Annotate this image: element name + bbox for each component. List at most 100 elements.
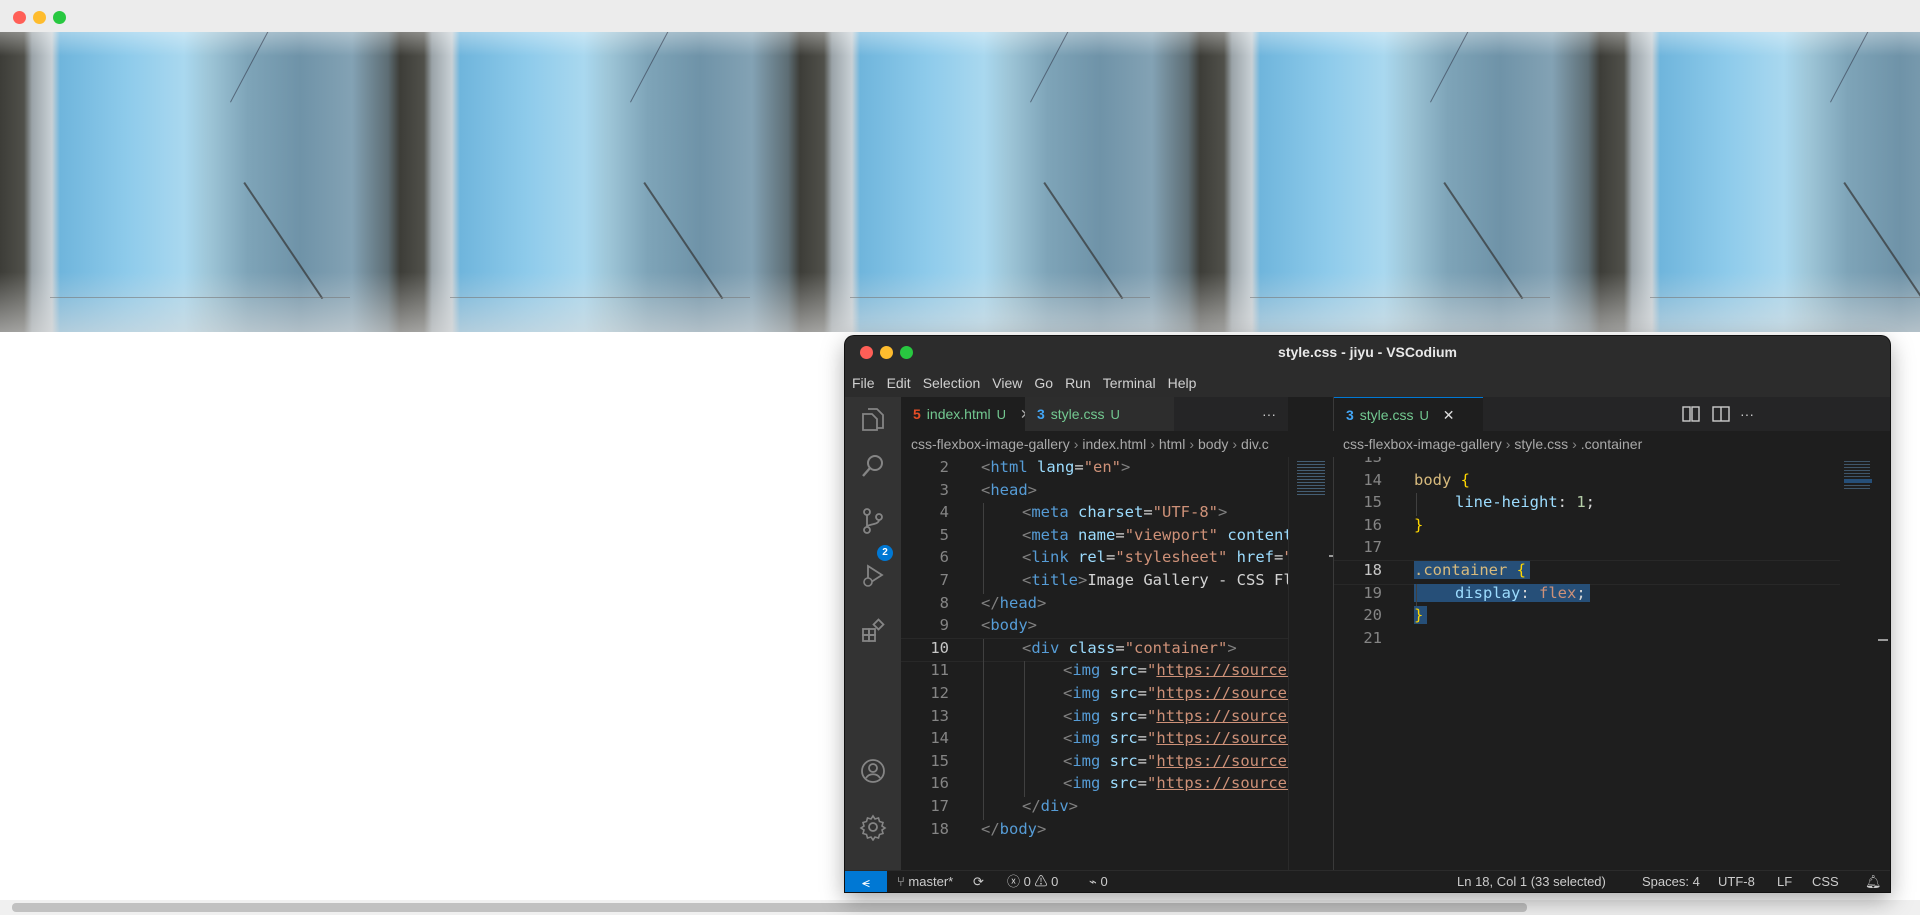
line-number: 16 bbox=[1363, 515, 1382, 534]
gallery-image bbox=[0, 32, 400, 332]
compare-changes-icon[interactable] bbox=[1682, 406, 1700, 422]
line-number: 16 bbox=[930, 774, 949, 793]
scrollbar-thumb[interactable] bbox=[12, 903, 1527, 912]
indent-guide bbox=[1416, 493, 1417, 516]
line-number: 2 bbox=[939, 458, 949, 476]
line-number: 13 bbox=[930, 706, 949, 725]
activity-bar: 2 bbox=[845, 397, 901, 870]
menu-item-run[interactable]: Run bbox=[1060, 375, 1096, 391]
code-line: <html lang="en"> bbox=[981, 458, 1131, 476]
breadcrumb-item[interactable]: div.c bbox=[1241, 436, 1269, 452]
minimize-window-button[interactable] bbox=[33, 11, 46, 24]
code-line: .container { bbox=[1414, 561, 1530, 579]
run-debug-icon[interactable] bbox=[859, 562, 887, 590]
account-icon[interactable] bbox=[859, 757, 887, 785]
more-actions-button[interactable]: ··· bbox=[1262, 397, 1276, 431]
eol-status[interactable]: LF bbox=[1777, 871, 1792, 892]
breadcrumb-item[interactable]: .container bbox=[1581, 436, 1642, 452]
line-number: 6 bbox=[939, 548, 949, 567]
line-number: 18 bbox=[930, 819, 949, 838]
horizontal-scrollbar[interactable] bbox=[0, 900, 1920, 915]
code-line: <link rel="stylesheet" href="style bbox=[1022, 548, 1288, 567]
line-number: 9 bbox=[939, 616, 949, 635]
menu-item-selection[interactable]: Selection bbox=[918, 375, 986, 391]
tab-style-css-active[interactable]: 3 style.css U ✕ bbox=[1334, 397, 1483, 432]
language-mode[interactable]: CSS bbox=[1812, 871, 1839, 892]
encoding-status[interactable]: UTF-8 bbox=[1718, 871, 1755, 892]
code-line: <img src="https://source.unspla bbox=[1063, 706, 1288, 725]
right-editor[interactable]: 13 14 body {15 line-height: 1; 16} 17 18 .conta… bbox=[1333, 457, 1890, 870]
cursor-position[interactable]: Ln 18, Col 1 (33 selected) bbox=[1457, 871, 1606, 892]
close-window-button[interactable] bbox=[13, 11, 26, 24]
css3-icon: 3 bbox=[1346, 407, 1354, 423]
menu-item-file[interactable]: File bbox=[847, 375, 880, 391]
right-breadcrumb: css-flexbox-image-gallery › style.css › .con… bbox=[1333, 431, 1890, 457]
right-minimap[interactable] bbox=[1840, 457, 1890, 870]
source-control-badge: 2 bbox=[877, 545, 893, 561]
line-number: 10 bbox=[930, 638, 949, 657]
problems-status[interactable]: ⓧ 0 ⚠ 0 bbox=[1007, 871, 1058, 892]
indent-guide bbox=[1024, 684, 1025, 707]
close-window-button[interactable] bbox=[860, 346, 873, 359]
settings-gear-icon[interactable] bbox=[859, 813, 887, 841]
indent-guide bbox=[983, 661, 984, 684]
breadcrumb-item[interactable]: css-flexbox-image-gallery bbox=[911, 436, 1070, 452]
minimize-window-button[interactable] bbox=[880, 346, 893, 359]
code-line: <img src="https://source.unspla bbox=[1063, 751, 1288, 770]
remote-indicator-icon[interactable]: ⪪ bbox=[845, 871, 887, 892]
breadcrumb-item[interactable]: index.html bbox=[1082, 436, 1146, 452]
maximize-window-button[interactable] bbox=[900, 346, 913, 359]
maximize-window-button[interactable] bbox=[53, 11, 66, 24]
indent-guide bbox=[983, 684, 984, 707]
notifications-bell-icon[interactable]: 🔔︎ bbox=[1865, 871, 1882, 892]
vscodium-window: style.css - jiyu - VSCodium File Edit Sele… bbox=[845, 336, 1890, 892]
breadcrumb-item[interactable]: style.css bbox=[1514, 436, 1568, 452]
code-line: <img src="https://source.unspla bbox=[1063, 774, 1288, 793]
indent-guide bbox=[1024, 751, 1025, 775]
code-line: <img src="https://source.unspla bbox=[1063, 729, 1288, 748]
indent-guide bbox=[983, 638, 984, 662]
sync-icon[interactable]: ⟳ bbox=[973, 871, 984, 892]
indentation-status[interactable]: Spaces: 4 bbox=[1642, 871, 1700, 892]
line-number: 13 bbox=[1363, 457, 1382, 466]
code-line: } bbox=[1414, 515, 1424, 534]
code-line: </head> bbox=[981, 593, 1047, 612]
line-number: 8 bbox=[939, 593, 949, 612]
menu-item-help[interactable]: Help bbox=[1163, 375, 1202, 391]
left-breadcrumb: css-flexbox-image-gallery › index.html › htm… bbox=[901, 431, 1288, 457]
tab-style-css[interactable]: 3 style.css U bbox=[1025, 397, 1174, 431]
source-control-icon[interactable] bbox=[859, 507, 887, 535]
explorer-icon[interactable] bbox=[859, 405, 887, 433]
breadcrumb-item[interactable]: html bbox=[1159, 436, 1185, 452]
extensions-icon[interactable] bbox=[859, 617, 887, 645]
breadcrumb-separator-icon: › bbox=[1572, 436, 1577, 452]
line-number: 15 bbox=[930, 751, 949, 770]
breadcrumb-item[interactable]: css-flexbox-image-gallery bbox=[1343, 436, 1502, 452]
browser-titlebar bbox=[0, 0, 1920, 33]
ports-status[interactable]: ⌁ 0 bbox=[1089, 871, 1108, 892]
menu-item-terminal[interactable]: Terminal bbox=[1098, 375, 1161, 391]
search-icon[interactable] bbox=[859, 452, 887, 480]
breadcrumb-item[interactable]: body bbox=[1198, 436, 1228, 452]
menu-item-view[interactable]: View bbox=[987, 375, 1027, 391]
code-line: <img src="https://source.unspla bbox=[1063, 661, 1288, 680]
close-tab-icon[interactable]: ✕ bbox=[1443, 407, 1455, 423]
indent-guide bbox=[983, 571, 984, 594]
more-actions-button[interactable]: ··· bbox=[1740, 397, 1754, 431]
line-number: 7 bbox=[939, 571, 949, 589]
split-editor-icon[interactable] bbox=[1712, 406, 1730, 422]
code-line: body { bbox=[1414, 470, 1470, 489]
indent-guide bbox=[1024, 774, 1025, 797]
line-number: 15 bbox=[1363, 493, 1382, 512]
right-tab-bar: 3 style.css U ✕ ··· bbox=[1333, 397, 1890, 432]
left-editor[interactable]: 2 <html lang="en"> 3 <head> 4 <meta charset="… bbox=[901, 457, 1288, 870]
menu-item-edit[interactable]: Edit bbox=[882, 375, 916, 391]
branch-status[interactable]: ⑂ master* bbox=[897, 871, 953, 892]
menu-item-go[interactable]: Go bbox=[1029, 375, 1058, 391]
image-gallery bbox=[0, 32, 1920, 332]
breadcrumb-separator-icon: › bbox=[1505, 436, 1511, 452]
window-titlebar: style.css - jiyu - VSCodium bbox=[845, 336, 1890, 369]
line-number: 19 bbox=[1363, 583, 1382, 602]
left-minimap[interactable] bbox=[1288, 457, 1333, 870]
indent-guide bbox=[983, 751, 984, 775]
